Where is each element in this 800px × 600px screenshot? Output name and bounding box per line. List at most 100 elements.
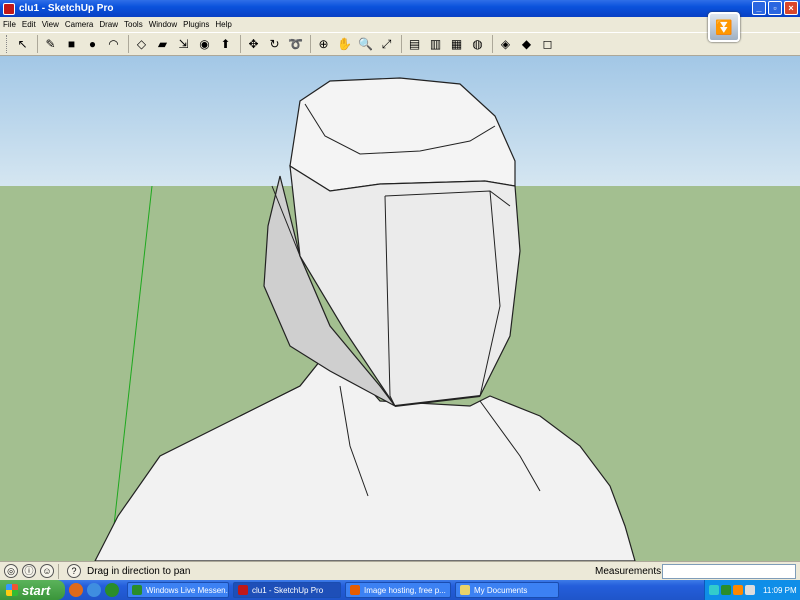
title-bar: clu1 - SketchUp Pro _ ▫ × — [0, 0, 800, 17]
section-tool-button[interactable]: ◻ — [538, 35, 557, 54]
google-earth-icon: ◍ — [472, 37, 483, 51]
pencil-tool-button[interactable]: ✎ — [41, 35, 60, 54]
help-icon[interactable]: ? — [67, 564, 81, 578]
toolbar-separator — [492, 35, 493, 53]
toolbar-grip[interactable] — [6, 35, 9, 53]
rotate-tool-button[interactable]: ↻ — [265, 35, 284, 54]
zoom-extents-tool-button[interactable]: ⤢ — [377, 35, 396, 54]
menu-plugins[interactable]: Plugins — [183, 20, 209, 29]
share-model-icon: ▥ — [429, 37, 442, 51]
browser-task-icon — [350, 585, 360, 595]
measurements-label: Measurements — [595, 565, 662, 577]
task-label: Windows Live Messen... — [146, 585, 229, 595]
layout-icon: ◆ — [521, 37, 532, 51]
volume-icon[interactable] — [745, 585, 755, 595]
start-button[interactable]: start — [0, 580, 65, 600]
orbit-tool-button[interactable]: ⊕ — [314, 35, 333, 54]
menu-camera[interactable]: Camera — [65, 20, 93, 29]
sketchup-task-icon — [238, 585, 248, 595]
circle-tool-button[interactable]: ● — [83, 35, 102, 54]
extension-warehouse-tool-button[interactable]: ◈ — [496, 35, 515, 54]
task-sketchup[interactable]: clu1 - SketchUp Pro — [233, 582, 341, 598]
move-icon: ✥ — [248, 37, 259, 51]
google-earth-tool-button[interactable]: ◍ — [468, 35, 487, 54]
eraser-tool-button[interactable]: ▰ — [153, 35, 172, 54]
clock[interactable]: 11:09 PM — [763, 586, 797, 595]
paint-bucket-tool-button[interactable]: ◉ — [195, 35, 214, 54]
toolbar-separator — [128, 35, 129, 53]
system-tray: 11:09 PM — [704, 580, 800, 600]
eraser-icon: ▰ — [157, 37, 168, 51]
folder-task-icon — [460, 585, 470, 595]
task-label: clu1 - SketchUp Pro — [252, 585, 324, 595]
messenger-icon[interactable] — [105, 583, 119, 597]
get-models-tool-button[interactable]: ▤ — [405, 35, 424, 54]
chevron-double-down-icon: ⏬ — [715, 18, 733, 35]
make-component-icon: ◇ — [136, 37, 147, 51]
tape-measure-tool-button[interactable]: ⇲ — [174, 35, 193, 54]
rotate-icon: ↻ — [269, 37, 280, 51]
task-windows-live-messenger[interactable]: Windows Live Messen... — [127, 582, 229, 598]
photo-textures-tool-button[interactable]: ▦ — [447, 35, 466, 54]
toolbar-separator — [240, 35, 241, 53]
update-icon[interactable] — [733, 585, 743, 595]
push-pull-tool-button[interactable]: ⬆ — [216, 35, 235, 54]
photo-textures-icon: ▦ — [450, 37, 463, 51]
sketchup-app-icon[interactable] — [3, 2, 15, 15]
layout-tool-button[interactable]: ◆ — [517, 35, 536, 54]
task-image-hosting[interactable]: Image hosting, free p... — [345, 582, 451, 598]
status-text: Drag in direction to pan — [87, 565, 191, 577]
circle-icon: ● — [88, 37, 97, 51]
zoom-tool-button[interactable]: 🔍 — [356, 35, 375, 54]
arc-tool-button[interactable]: ◠ — [104, 35, 123, 54]
menu-edit[interactable]: Edit — [22, 20, 36, 29]
select-icon: ↖ — [17, 37, 28, 51]
network-icon[interactable] — [709, 585, 719, 595]
torso-shape — [94, 360, 636, 561]
share-model-tool-button[interactable]: ▥ — [426, 35, 445, 54]
menu-bar: File Edit View Camera Draw Tools Window … — [0, 17, 800, 32]
task-label: My Documents — [474, 585, 528, 595]
move-tool-button[interactable]: ✥ — [244, 35, 263, 54]
select-tool-button[interactable]: ↖ — [13, 35, 32, 54]
section-icon: ◻ — [542, 37, 553, 51]
push-pull-icon: ⬆ — [220, 37, 231, 51]
internet-explorer-icon[interactable] — [87, 583, 101, 597]
menu-window[interactable]: Window — [149, 20, 177, 29]
follow-me-tool-button[interactable]: ➰ — [286, 35, 305, 54]
rectangle-tool-button[interactable]: ■ — [62, 35, 81, 54]
zoom-extents-icon: ⤢ — [381, 37, 392, 51]
messenger-task-icon — [132, 585, 142, 595]
get-models-icon: ▤ — [408, 37, 421, 51]
pan-tool-button[interactable]: ✋ — [335, 35, 354, 54]
window-title: clu1 - SketchUp Pro — [19, 3, 114, 14]
toolbar-separator — [401, 35, 402, 53]
firefox-icon[interactable] — [69, 583, 83, 597]
user-icon[interactable]: ☺ — [40, 564, 54, 578]
geolocation-icon[interactable]: ◎ — [4, 564, 18, 578]
minimize-button[interactable]: _ — [752, 1, 766, 15]
make-component-tool-button[interactable]: ◇ — [132, 35, 151, 54]
measurements-input[interactable] — [662, 564, 796, 579]
menu-file[interactable]: File — [3, 20, 16, 29]
menu-help[interactable]: Help — [215, 20, 231, 29]
maximize-button[interactable]: ▫ — [768, 1, 782, 15]
menu-tools[interactable]: Tools — [124, 20, 143, 29]
task-label: Image hosting, free p... — [364, 585, 446, 595]
extension-warehouse-icon: ◈ — [500, 37, 511, 51]
toolbar-overflow-button[interactable]: ⏬ — [708, 12, 740, 42]
close-button[interactable]: × — [784, 1, 798, 15]
pan-icon: ✋ — [337, 37, 352, 51]
tape-measure-icon: ⇲ — [178, 37, 189, 51]
messenger-tray-icon[interactable] — [721, 585, 731, 595]
task-my-documents[interactable]: My Documents — [455, 582, 559, 598]
credits-icon[interactable]: ⓘ — [22, 564, 36, 578]
helmet-bust-model[interactable] — [0, 56, 800, 561]
menu-draw[interactable]: Draw — [99, 20, 118, 29]
start-label: start — [22, 582, 51, 598]
menu-view[interactable]: View — [42, 20, 59, 29]
orbit-icon: ⊕ — [318, 37, 329, 51]
rectangle-icon: ■ — [67, 37, 76, 51]
drawing-viewport[interactable] — [0, 56, 800, 561]
status-bar: ◎ ⓘ ☺ ? Drag in direction to pan Measure… — [0, 561, 800, 580]
